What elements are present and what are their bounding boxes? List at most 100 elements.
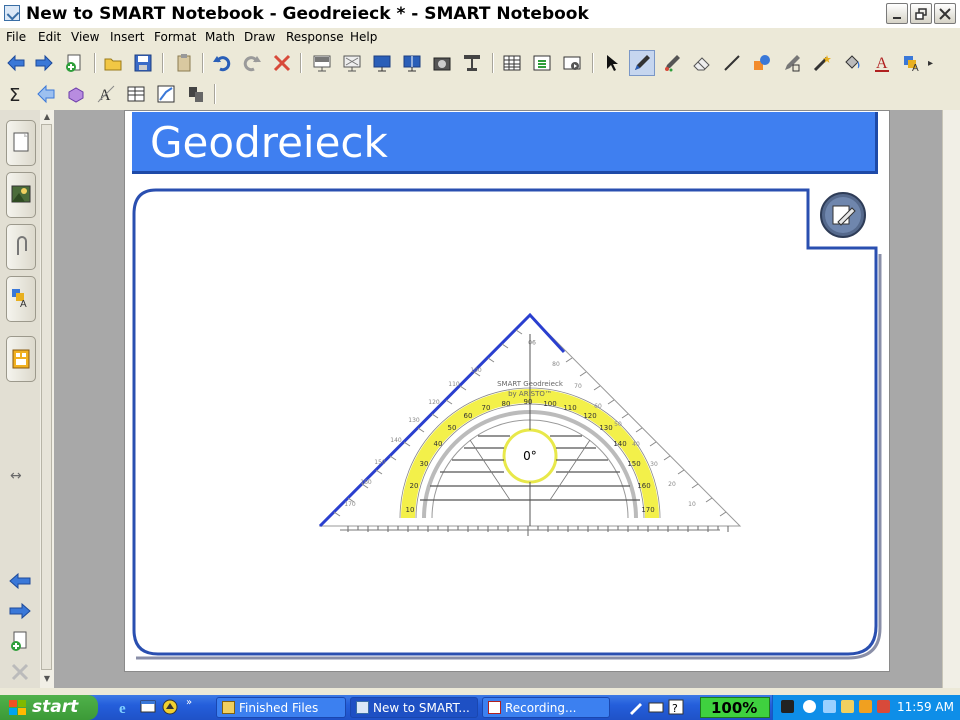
redo-button[interactable] — [240, 51, 264, 75]
page-sorter-tab[interactable] — [6, 120, 36, 166]
scroll-down-icon[interactable]: ▼ — [42, 674, 52, 684]
delete-page-icon[interactable] — [10, 662, 30, 682]
smart-tray-icon[interactable] — [841, 700, 854, 713]
task-label: Finished Files — [239, 701, 319, 715]
shape-recognition-pen-button[interactable] — [780, 51, 804, 75]
menu-help[interactable]: Help — [350, 30, 377, 44]
forward-button[interactable] — [32, 51, 56, 75]
resize-handle-icon[interactable]: ↔ — [10, 468, 22, 484]
undo-button[interactable] — [210, 51, 234, 75]
top-degree-label: 90 — [528, 338, 536, 345]
pen-tray-icon[interactable] — [628, 699, 644, 715]
outer-scale-label: 80 — [552, 361, 560, 368]
help-tray-icon[interactable]: ? — [668, 699, 684, 715]
attachments-tab[interactable] — [6, 224, 36, 270]
shapes-button[interactable] — [750, 51, 774, 75]
menu-view[interactable]: View — [71, 30, 99, 44]
back-button[interactable] — [4, 51, 28, 75]
restore-icon — [915, 8, 927, 20]
menu-format[interactable]: Format — [154, 30, 196, 44]
svg-text:Σ: Σ — [9, 85, 20, 104]
outer-scale-label: 10 — [688, 501, 696, 508]
fill-button[interactable] — [840, 51, 864, 75]
minimize-icon — [893, 17, 901, 19]
screen-shade-button[interactable] — [310, 51, 334, 75]
taskbar-item-finished-files[interactable]: Finished Files — [216, 697, 346, 718]
previous-page-icon[interactable] — [8, 572, 32, 590]
properties-tab[interactable]: A — [6, 276, 36, 322]
display-tray-icon[interactable] — [823, 700, 836, 713]
magic-pen-button[interactable] — [810, 51, 834, 75]
screen-capture-button[interactable] — [430, 51, 454, 75]
menu-edit[interactable]: Edit — [38, 30, 61, 44]
addons-tab[interactable] — [6, 336, 36, 382]
outer-scale-label: 120 — [428, 399, 440, 406]
scroll-up-icon[interactable]: ▲ — [42, 112, 52, 122]
sidebar-scrollbar[interactable]: ▲ ▼ — [40, 110, 55, 688]
pen-tool-button[interactable] — [629, 50, 655, 76]
eraser-icon — [693, 57, 710, 71]
gallery-tab[interactable] — [6, 172, 36, 218]
add-page-button[interactable] — [62, 51, 86, 75]
minimize-button[interactable] — [886, 3, 908, 24]
full-screen-button[interactable] — [340, 51, 364, 75]
taskbar-item-smart-notebook[interactable]: New to SMART... — [350, 697, 478, 718]
geodreieck[interactable]: 0° 90 SMART Geodreieck by ARISTO™ 10 20 … — [300, 300, 760, 540]
window-title: New to SMART Notebook - Geodreieck * - S… — [26, 4, 589, 24]
math-tools-button[interactable]: Σ — [4, 82, 28, 106]
taskbar-item-recording[interactable]: Recording... — [482, 697, 610, 718]
restore-button[interactable] — [910, 3, 932, 24]
graph-tools-button[interactable] — [154, 82, 178, 106]
toolbar-separator — [162, 53, 164, 73]
keyboard-tray-icon[interactable] — [648, 699, 664, 715]
next-page-icon[interactable] — [8, 602, 32, 620]
menu-file[interactable]: File — [6, 30, 26, 44]
creative-pen-button[interactable] — [660, 51, 684, 75]
menu-math[interactable]: Math — [205, 30, 235, 44]
screen-shade-icon — [313, 55, 331, 72]
extra-tools-button[interactable] — [184, 82, 208, 106]
zoom-indicator[interactable]: 100% — [700, 697, 770, 718]
edit-content-button[interactable] — [820, 192, 866, 238]
menu-insert[interactable]: Insert — [110, 30, 144, 44]
scroll-thumb[interactable] — [41, 124, 52, 670]
network-tray-icon[interactable] — [803, 700, 816, 713]
internet-explorer-icon[interactable]: e — [118, 699, 134, 715]
record-button[interactable] — [560, 51, 584, 75]
save-button[interactable] — [131, 51, 155, 75]
text-tool-button[interactable]: A — [870, 51, 894, 75]
menu-draw[interactable]: Draw — [244, 30, 275, 44]
close-button[interactable] — [934, 3, 956, 24]
toolbar-overflow-icon[interactable]: ▸ — [928, 58, 933, 69]
start-label: start — [32, 697, 79, 717]
arrow-tools-button[interactable] — [34, 82, 58, 106]
volume-tray-icon[interactable] — [877, 700, 890, 713]
dual-display-button[interactable] — [370, 51, 394, 75]
select-tool-button[interactable] — [600, 51, 624, 75]
open-button[interactable] — [101, 51, 125, 75]
quicklaunch-overflow-icon[interactable]: » — [186, 697, 192, 708]
table-button[interactable] — [500, 51, 524, 75]
power-tray-icon[interactable] — [781, 700, 794, 713]
quicklaunch-app-icon[interactable] — [162, 699, 178, 715]
properties-button[interactable]: A — [900, 51, 924, 75]
start-button[interactable]: start — [0, 695, 98, 720]
transparent-background-button[interactable] — [400, 51, 424, 75]
monitor-split-icon — [403, 55, 421, 72]
delete-button[interactable] — [270, 51, 294, 75]
add-page-icon[interactable] — [8, 630, 32, 654]
line-tool-button[interactable] — [720, 51, 744, 75]
security-tray-icon[interactable] — [859, 700, 872, 713]
forward-arrow-icon — [35, 54, 53, 72]
3d-tools-button[interactable] — [64, 82, 88, 106]
brand-line-2: by ARISTO™ — [508, 390, 552, 398]
table-tools-button[interactable] — [124, 82, 148, 106]
document-camera-button[interactable] — [460, 51, 484, 75]
show-desktop-icon[interactable] — [140, 699, 156, 715]
text-tools-button[interactable]: A — [94, 82, 118, 106]
eraser-button[interactable] — [690, 51, 714, 75]
insert-button[interactable] — [530, 51, 554, 75]
paste-button[interactable] — [172, 51, 196, 75]
menu-response[interactable]: Response — [286, 30, 344, 44]
page-scrollbar[interactable] — [942, 110, 960, 688]
